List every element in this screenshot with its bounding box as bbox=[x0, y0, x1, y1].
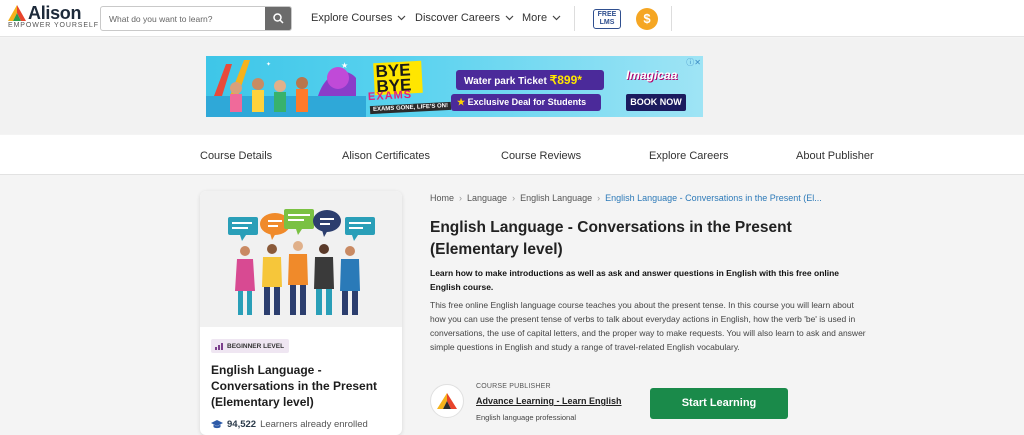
graduation-cap-icon bbox=[211, 420, 223, 429]
course-image bbox=[200, 191, 402, 327]
level-badge: BEGINNER LEVEL bbox=[211, 339, 290, 353]
ad-deal-text: Exclusive Deal for Students bbox=[467, 97, 587, 107]
nav-label: More bbox=[522, 12, 548, 24]
ad-brand: Imagicaa bbox=[626, 68, 678, 82]
ad-banner[interactable]: ★ ✦ BYE BYE EXAMS EXAMS GONE, LIFE'S ON!… bbox=[206, 56, 703, 117]
signal-bars-icon bbox=[215, 342, 223, 350]
ad-deal: ★ Exclusive Deal for Students bbox=[451, 94, 601, 111]
course-lead: Learn how to make introductions as well … bbox=[430, 268, 840, 292]
chevron-right-icon: › bbox=[459, 193, 463, 203]
tab-course-details[interactable]: Course Details bbox=[200, 150, 272, 162]
breadcrumb-home[interactable]: Home bbox=[430, 193, 454, 203]
ad-offer: Water park Ticket ₹899* bbox=[456, 70, 604, 90]
ad-subhead: EXAMS bbox=[367, 88, 413, 104]
svg-text:✦: ✦ bbox=[266, 61, 271, 68]
tab-about-publisher[interactable]: About Publisher bbox=[796, 150, 874, 162]
publisher-logo[interactable] bbox=[430, 384, 464, 418]
ad-choices-icon[interactable]: ⓘ✕ bbox=[686, 57, 701, 68]
search-icon bbox=[272, 13, 284, 24]
ad-band: ★ ✦ BYE BYE EXAMS EXAMS GONE, LIFE'S ON!… bbox=[0, 38, 1024, 134]
nav-label: Discover Careers bbox=[415, 12, 500, 24]
divider bbox=[574, 6, 575, 31]
divider bbox=[671, 6, 672, 31]
breadcrumb-language[interactable]: Language bbox=[467, 193, 507, 203]
svg-text:★: ★ bbox=[341, 61, 348, 70]
search-input[interactable] bbox=[101, 7, 267, 30]
ad-tagline: EXAMS GONE, LIFE'S ON! bbox=[369, 101, 452, 115]
search-button[interactable] bbox=[265, 7, 291, 30]
enrolled-count: 94,522 bbox=[227, 419, 257, 430]
enrolled-stat: 94,522 Learners already enrolled bbox=[211, 419, 368, 430]
level-badge-label: BEGINNER LEVEL bbox=[227, 342, 285, 350]
nav-more[interactable]: More bbox=[522, 12, 561, 24]
nav-label: Explore Courses bbox=[311, 12, 393, 24]
ad-offer-text: Water park Ticket bbox=[464, 76, 547, 87]
ad-offer-price: ₹899* bbox=[549, 73, 582, 87]
chevron-down-icon bbox=[397, 15, 406, 21]
course-description: This free online English language course… bbox=[430, 300, 866, 352]
top-nav: Alison EMPOWER YOURSELF Explore Courses … bbox=[0, 0, 1024, 37]
chevron-down-icon bbox=[505, 15, 514, 21]
alison-logo-icon bbox=[8, 5, 26, 21]
coin-icon[interactable]: $ bbox=[636, 8, 658, 30]
tab-course-reviews[interactable]: Course Reviews bbox=[501, 150, 581, 162]
enrolled-label: Learners already enrolled bbox=[260, 419, 368, 430]
publisher-name-link[interactable]: Advance Learning - Learn English bbox=[476, 396, 622, 406]
logo-wordmark: Alison bbox=[28, 3, 82, 23]
tab-explore-careers[interactable]: Explore Careers bbox=[649, 150, 728, 162]
nav-discover-careers[interactable]: Discover Careers bbox=[415, 12, 514, 24]
free-lms-button[interactable]: FREE LMS bbox=[593, 9, 621, 29]
publisher-label: COURSE PUBLISHER bbox=[476, 383, 551, 390]
star-icon: ★ bbox=[457, 97, 468, 107]
search-box bbox=[100, 6, 292, 31]
publisher-logo-icon bbox=[437, 393, 457, 409]
breadcrumb-english-language[interactable]: English Language bbox=[520, 193, 592, 203]
logo-tagline: EMPOWER YOURSELF bbox=[8, 22, 99, 29]
course-illustration bbox=[228, 209, 375, 315]
course-card: BEGINNER LEVEL English Language - Conver… bbox=[200, 191, 402, 435]
breadcrumb: Home › Language › English Language › Eng… bbox=[430, 193, 822, 203]
page-title: English Language - Conversations in the … bbox=[430, 219, 792, 258]
breadcrumb-current[interactable]: English Language - Conversations in the … bbox=[605, 193, 822, 203]
alison-logo[interactable]: Alison EMPOWER YOURSELF bbox=[8, 3, 98, 33]
chevron-down-icon bbox=[552, 15, 561, 21]
chevron-right-icon: › bbox=[512, 193, 516, 203]
tab-alison-certificates[interactable]: Alison Certificates bbox=[342, 150, 430, 162]
card-course-title: English Language - Conversations in the … bbox=[211, 363, 378, 409]
publisher-subtitle: English language professional bbox=[476, 413, 577, 422]
course-sub-nav: Course Details Alison Certificates Cours… bbox=[0, 135, 1024, 175]
chevron-right-icon: › bbox=[597, 193, 601, 203]
start-learning-button[interactable]: Start Learning bbox=[650, 388, 788, 419]
ad-book-now-button[interactable]: BOOK NOW bbox=[626, 94, 686, 111]
ad-photo: ★ ✦ bbox=[206, 60, 366, 117]
nav-explore-courses[interactable]: Explore Courses bbox=[311, 12, 406, 24]
